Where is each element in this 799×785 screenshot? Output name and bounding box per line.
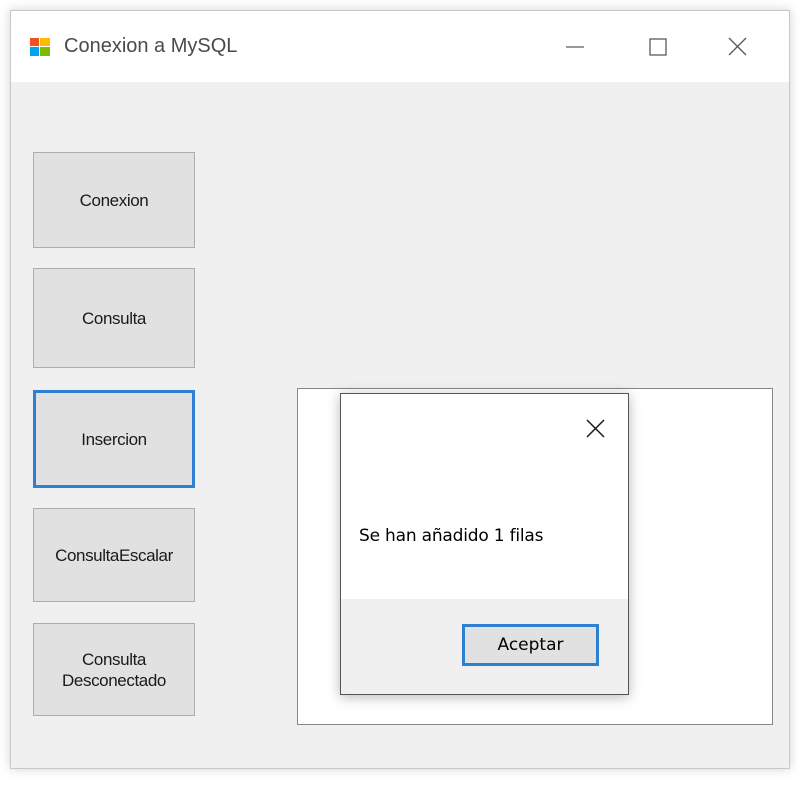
consulta-escalar-button-label: ConsultaEscalar: [55, 545, 173, 565]
minimize-icon: [566, 46, 584, 48]
dialog-message: Se han añadido 1 filas: [359, 526, 544, 546]
message-dialog: Se han añadido 1 filas Aceptar: [340, 393, 629, 695]
app-icon: [30, 38, 50, 56]
close-button[interactable]: [715, 31, 761, 63]
window-title: Conexion a MySQL: [64, 35, 238, 57]
maximize-button[interactable]: [637, 31, 683, 63]
consulta-button[interactable]: Consulta: [33, 268, 195, 368]
dialog-footer: Aceptar: [341, 599, 628, 694]
consulta-desconectado-button[interactable]: Consulta Desconectado: [33, 623, 195, 716]
minimize-button[interactable]: [554, 31, 600, 63]
conexion-button-label: Conexion: [79, 190, 149, 210]
aceptar-button-label: Aceptar: [497, 635, 564, 655]
maximize-icon: [649, 38, 667, 56]
consulta-escalar-button[interactable]: ConsultaEscalar: [33, 508, 195, 602]
insercion-button-label: Insercion: [81, 429, 147, 449]
consulta-button-label: Consulta: [82, 308, 146, 328]
insercion-button[interactable]: Insercion: [33, 390, 195, 488]
title-bar[interactable]: Conexion a MySQL: [11, 11, 789, 82]
close-icon: [586, 419, 605, 438]
conexion-button[interactable]: Conexion: [33, 152, 195, 248]
close-icon: [728, 37, 747, 56]
consulta-desconectado-label-line2: Desconectado: [62, 670, 166, 690]
dialog-close-button[interactable]: [583, 416, 609, 442]
aceptar-button[interactable]: Aceptar: [462, 624, 599, 666]
consulta-desconectado-label-line1: Consulta: [82, 649, 146, 669]
